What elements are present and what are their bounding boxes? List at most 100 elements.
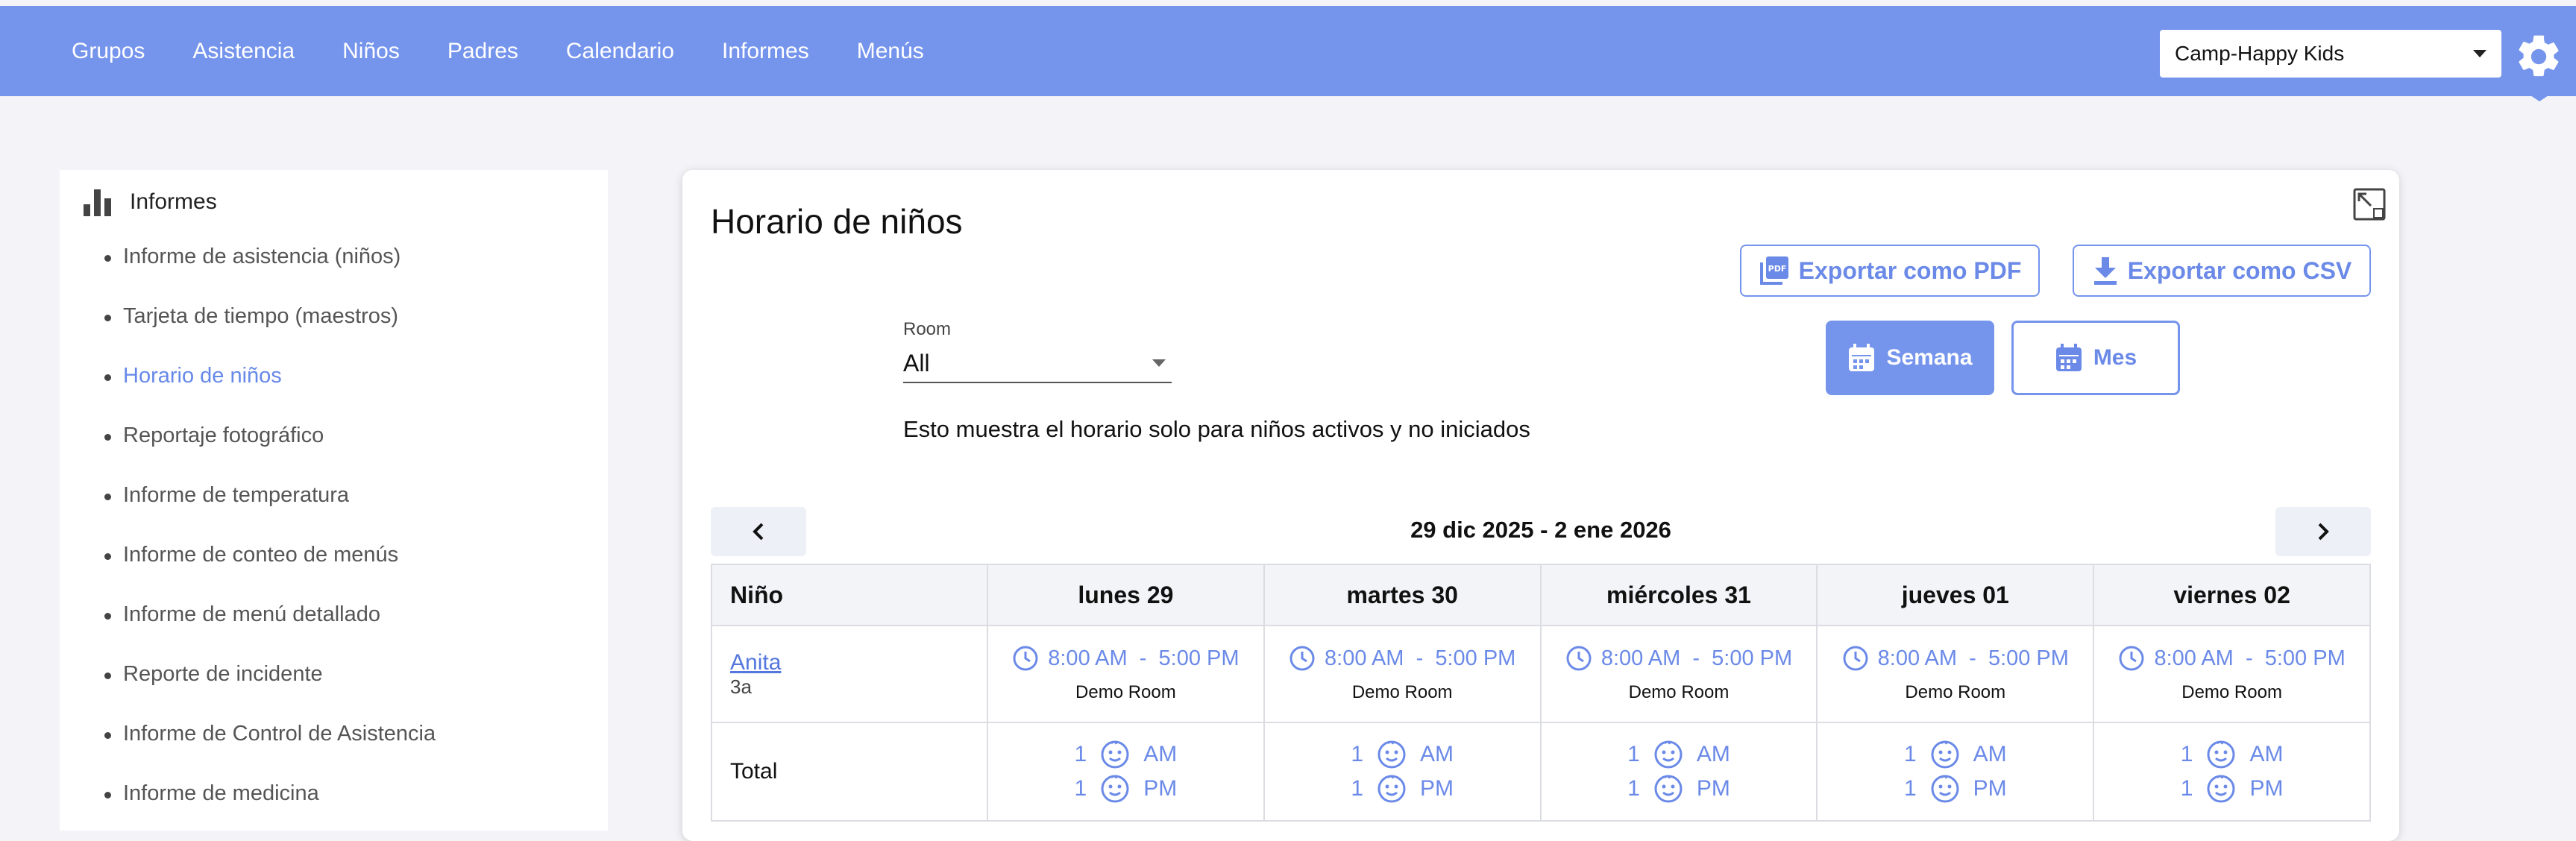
gear-icon[interactable] <box>2513 31 2564 82</box>
column-header-day: lunes 29 <box>987 564 1265 626</box>
column-header-day: jueves 01 <box>1816 564 2095 626</box>
total-cell: 1 AM 1 PM <box>1539 722 1818 822</box>
export-pdf-label: Exportar como PDF <box>1798 256 2022 284</box>
next-week-button[interactable] <box>2275 507 2371 556</box>
expand-icon[interactable] <box>2353 188 2386 221</box>
clock-icon <box>1289 646 1315 671</box>
month-view-label: Mes <box>2093 345 2137 370</box>
total-cell: 1 AM 1 PM <box>987 722 1265 822</box>
child-face-icon <box>1654 740 1683 769</box>
room-filter-value: All <box>903 349 930 377</box>
child-face-icon <box>2207 775 2235 803</box>
bar-chart-icon <box>84 189 111 216</box>
pm-label: PM <box>2249 776 2284 801</box>
week-view-label: Semana <box>1886 345 1973 370</box>
sidebar-item-reportaje-fotografico[interactable]: Reportaje fotográfico <box>104 423 436 483</box>
pm-label: PM <box>1143 776 1178 801</box>
am-label: AM <box>1696 742 1730 766</box>
sidebar-item-tarjeta-tiempo[interactable]: Tarjeta de tiempo (maestros) <box>104 304 436 364</box>
sidebar-item-reporte-incidente[interactable]: Reporte de incidente <box>104 662 436 722</box>
room-name: Demo Room <box>1905 682 2006 702</box>
nav-item-ninos[interactable]: Niños <box>342 39 400 64</box>
nav-item-menus[interactable]: Menús <box>857 39 924 64</box>
pdf-icon: PDF <box>1759 256 1788 285</box>
time-range: 8:00 AM - 5:00 PM <box>1818 645 2092 672</box>
nav-item-informes[interactable]: Informes <box>722 39 809 64</box>
pm-label: PM <box>1973 776 2007 801</box>
clock-icon <box>1843 646 1868 671</box>
sidebar-item-informe-asistencia[interactable]: Informe de asistencia (niños) <box>104 245 436 304</box>
time-range: 8:00 AM - 5:00 PM <box>1542 645 1816 672</box>
pm-count-line: 1 PM <box>1818 772 2092 806</box>
export-csv-button[interactable]: Exportar como CSV <box>2073 245 2371 297</box>
table-header-row: Niño lunes 29 martes 30 miércoles 31 jue… <box>711 564 2371 626</box>
time-separator: - <box>1404 646 1436 670</box>
calendar-icon <box>1849 344 1875 371</box>
sidebar-item-informe-temperatura[interactable]: Informe de temperatura <box>104 483 436 543</box>
am-count-line: 1 AM <box>1818 737 2092 772</box>
pm-count: 1 <box>2180 776 2193 801</box>
chevron-down-icon <box>2473 50 2487 57</box>
week-view-button[interactable]: Semana <box>1826 321 1994 395</box>
schedule-cell: 8:00 AM - 5:00 PM Demo Room <box>1816 625 2095 723</box>
time-separator: - <box>2233 646 2265 670</box>
child-cell: Anita 3a <box>711 625 988 723</box>
schedule-table: Niño lunes 29 martes 30 miércoles 31 jue… <box>711 564 2371 822</box>
room-name: Demo Room <box>2181 682 2282 702</box>
sidebar-item-label: Reportaje fotográfico <box>123 423 324 447</box>
export-pdf-button[interactable]: PDF Exportar como PDF <box>1740 245 2040 297</box>
top-nav-bar: Grupos Asistencia Niños Padres Calendari… <box>0 6 2576 96</box>
export-csv-label: Exportar como CSV <box>2127 256 2352 284</box>
sidebar-item-menu-detallado[interactable]: Informe de menú detallado <box>104 602 436 662</box>
end-time: 5:00 PM <box>2264 646 2346 670</box>
time-separator: - <box>1957 646 1988 670</box>
child-age: 3a <box>730 675 752 698</box>
sidebar-item-informe-medicina[interactable]: Informe de medicina <box>104 781 436 841</box>
bullet <box>104 732 111 739</box>
sidebar-item-horario-ninos[interactable]: Horario de niños <box>104 364 436 423</box>
start-time: 8:00 AM <box>1877 646 1958 670</box>
child-face-icon <box>1931 775 1959 803</box>
am-label: AM <box>1973 742 2007 766</box>
pm-label: PM <box>1696 776 1730 801</box>
pm-count-line: 1 PM <box>2095 772 2369 806</box>
time-separator: - <box>1127 646 1159 670</box>
sidebar-item-conteo-menus[interactable]: Informe de conteo de menús <box>104 543 436 602</box>
schedule-cell: 8:00 AM - 5:00 PM Demo Room <box>1263 625 1542 723</box>
am-count: 1 <box>1903 742 1917 766</box>
start-time: 8:00 AM <box>2154 646 2234 670</box>
pm-count: 1 <box>1074 776 1087 801</box>
child-face-icon <box>1931 740 1959 769</box>
sidebar-item-label: Informe de medicina <box>123 781 319 805</box>
total-cell: 1 AM 1 PM <box>1263 722 1542 822</box>
end-time: 5:00 PM <box>1435 646 1516 670</box>
chevron-right-icon <box>2318 523 2329 541</box>
nav-item-calendario[interactable]: Calendario <box>566 39 674 64</box>
bullet <box>104 255 111 262</box>
child-name-link[interactable]: Anita <box>730 650 986 675</box>
column-header-child: Niño <box>711 564 988 626</box>
nav-item-padres[interactable]: Padres <box>447 39 518 64</box>
am-count-line: 1 AM <box>989 737 1263 772</box>
child-face-icon <box>1101 740 1129 769</box>
sidebar-item-control-asistencia[interactable]: Informe de Control de Asistencia <box>104 722 436 781</box>
am-count-line: 1 AM <box>2095 737 2369 772</box>
am-count: 1 <box>1627 742 1640 766</box>
month-view-button[interactable]: Mes <box>2011 321 2180 395</box>
am-count: 1 <box>2180 742 2193 766</box>
nav-item-asistencia[interactable]: Asistencia <box>192 39 295 64</box>
child-face-icon <box>2207 740 2235 769</box>
table-row: Anita 3a 8:00 AM - 5:00 PM Demo Room 8:00 … <box>711 625 2371 723</box>
sidebar-list: Informe de asistencia (niños) Tarjeta de… <box>104 245 436 841</box>
end-time: 5:00 PM <box>1158 646 1240 670</box>
bullet <box>104 315 111 321</box>
nav-item-grupos[interactable]: Grupos <box>72 39 145 64</box>
camp-select[interactable]: Camp-Happy Kids <box>2160 30 2501 78</box>
room-name: Demo Room <box>1628 682 1730 702</box>
sidebar-item-label: Horario de niños <box>123 364 282 388</box>
room-filter-select[interactable]: All <box>903 344 1172 383</box>
end-time: 5:00 PM <box>1988 646 2069 670</box>
column-header-day: miércoles 31 <box>1539 564 1818 626</box>
report-card: Horario de niños PDF Exportar como PDF E… <box>682 170 2399 841</box>
sidebar-heading: Informes <box>82 186 217 218</box>
